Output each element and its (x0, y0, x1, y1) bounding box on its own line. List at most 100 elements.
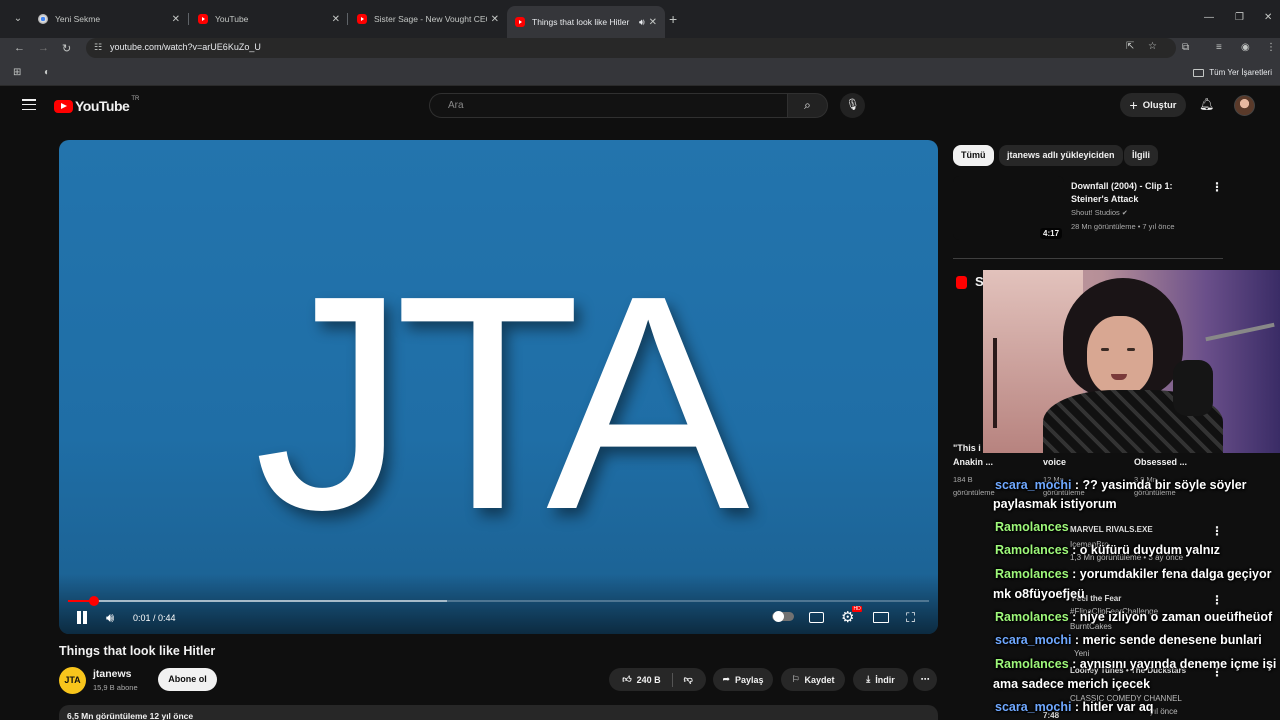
video-player[interactable]: JTA 🔊︎ 0:01 / 0:44 ⚙︎ HD ⛶ (59, 140, 938, 634)
site-info-icon[interactable]: ☷ (94, 42, 102, 53)
tab-label: Yeni Sekme (55, 14, 101, 24)
create-button[interactable]: + Oluştur (1120, 93, 1186, 117)
volume-icon[interactable]: 🔊︎ (106, 610, 114, 626)
save-button[interactable]: ⚐ Kaydet (781, 668, 845, 691)
minimize-icon[interactable]: — (1204, 12, 1214, 23)
profile-icon[interactable]: ◉ (1241, 42, 1250, 53)
short-views: görüntüleme (953, 488, 995, 497)
window-close-icon[interactable]: ✕ (1264, 12, 1272, 23)
subscribe-button[interactable]: Abone ol (158, 668, 217, 691)
bookmark-icon: ⚐ (791, 674, 800, 684)
chip-from-uploader[interactable]: jtanews adlı yükleyiciden (999, 145, 1123, 166)
scrubber-handle[interactable] (88, 596, 99, 606)
dislike-button[interactable]: 👎︎ (684, 674, 693, 685)
channel-name[interactable]: jtanews (93, 668, 132, 680)
chat-text: : o küfürü duydum yalnız (1068, 543, 1221, 557)
more-options-icon[interactable]: ⋮ (1211, 524, 1223, 538)
tab-search-icon[interactable]: ⌄ (10, 11, 26, 27)
download-label: İndir (875, 674, 895, 685)
chat-text: : ?? yasimda bir söyle söyler (1071, 478, 1247, 492)
like-count: 240 B (636, 674, 661, 685)
bookmark-site-icon[interactable]: ◐ (44, 67, 50, 78)
microphone-icon: 🎙︎ (845, 99, 860, 111)
time-display: 0:01 / 0:44 (133, 613, 176, 623)
install-app-icon[interactable]: ⇱ (1126, 41, 1134, 52)
video-stats: 6,5 Mn görüntüleme 12 yıl önce (67, 711, 194, 720)
description-box[interactable]: 6,5 Mn görüntüleme 12 yıl önce (59, 705, 938, 720)
short-title[interactable]: "This i (953, 443, 981, 453)
chat-text: : hitler var aq (1071, 700, 1154, 714)
chat-message: scara_mochi : hitler var aq (995, 700, 1153, 714)
like-button[interactable]: 👍︎ 240 B (622, 674, 660, 685)
reload-icon[interactable]: ↻ (62, 42, 71, 55)
more-options-icon[interactable]: ⋮ (1211, 593, 1223, 607)
progress-bar[interactable] (68, 596, 929, 606)
close-icon[interactable]: ✕ (491, 14, 499, 25)
recommendation-channel[interactable]: Shout! Studios ✔︎ (1071, 208, 1128, 217)
avatar[interactable] (1234, 95, 1255, 116)
address-bar[interactable]: ☷ youtube.com/watch?v=arUE6KuZo_U ⇱ ☆ (86, 38, 1176, 58)
tab-divider (188, 13, 189, 25)
notifications-bell-icon[interactable]: 🔔︎ (1199, 97, 1214, 111)
chip-related[interactable]: İlgili (1124, 145, 1158, 166)
chat-text: : meric sende denesene bunlari (1071, 633, 1262, 647)
url-text[interactable]: youtube.com/watch?v=arUE6KuZo_U (110, 42, 261, 52)
hamburger-menu-icon[interactable] (22, 99, 36, 111)
new-tab-plus-icon[interactable]: + (669, 11, 677, 27)
subtitles-icon[interactable] (809, 612, 824, 623)
chat-message: Ramolances : o küfürü duydum yalnız (995, 543, 1220, 557)
more-options-icon[interactable]: ⋮ (1211, 180, 1223, 194)
forward-arrow-icon[interactable]: → (38, 42, 49, 54)
autoplay-toggle[interactable] (772, 611, 794, 622)
theater-mode-icon[interactable] (873, 612, 889, 623)
apps-grid-icon[interactable]: ⊞ (13, 67, 21, 78)
chat-username: scara_mochi (995, 633, 1072, 647)
tab-sister-sage[interactable]: Sister Sage - New Vought CEO ✕ (349, 8, 507, 30)
recommendation-title[interactable]: MARVEL RIVALS.EXE (1070, 525, 1153, 534)
youtube-logo[interactable]: YouTube TR (54, 96, 140, 114)
more-actions-button[interactable]: ⋯ (913, 668, 937, 691)
microphone-prop (1173, 360, 1213, 416)
extensions-icon[interactable]: ⧉ (1182, 42, 1189, 53)
browser-toolbar: ← → ↻ ☷ youtube.com/watch?v=arUE6KuZo_U … (0, 38, 1280, 60)
shorts-icon (956, 276, 967, 289)
chat-username: Ramolances (995, 657, 1069, 671)
search-button[interactable]: ⌕ (787, 93, 828, 118)
chip-all[interactable]: Tümü (953, 145, 994, 166)
short-title[interactable]: Obsessed ... (1134, 457, 1187, 467)
tab-label: YouTube (215, 14, 249, 24)
short-title[interactable]: Anakin ... (953, 457, 993, 467)
tab-new-tab[interactable]: Yeni Sekme ✕ (30, 8, 188, 30)
channel-name-text: Shout! Studios (1071, 208, 1120, 217)
share-icon: ➦ (722, 674, 730, 684)
voice-search-button[interactable]: 🎙︎ (840, 93, 865, 118)
like-divider (671, 672, 673, 687)
download-button[interactable]: ⤓ İndir (853, 668, 908, 691)
menu-dots-icon[interactable]: ⋮ (1266, 42, 1276, 53)
duration-badge: 4:17 (1040, 228, 1063, 239)
recommendation-title[interactable]: Downfall (2004) - Clip 1: Steiner's Atta… (1071, 180, 1211, 206)
pause-icon[interactable] (76, 611, 88, 625)
search-box[interactable] (429, 93, 787, 118)
all-bookmarks-button[interactable]: Tüm Yer İşaretleri (1193, 68, 1272, 77)
chat-username: Ramolances (995, 543, 1069, 557)
chat-username: Ramolances (995, 610, 1069, 624)
share-button[interactable]: ➦ Paylaş (713, 668, 773, 691)
country-code: TR (131, 96, 140, 102)
channel-avatar[interactable]: JTA (59, 667, 86, 694)
close-icon[interactable]: ✕ (649, 17, 657, 28)
fullscreen-icon[interactable]: ⛶ (906, 610, 915, 626)
restore-icon[interactable]: ❐ (1235, 12, 1244, 23)
short-title[interactable]: voice (1043, 457, 1066, 467)
close-icon[interactable]: ✕ (332, 14, 340, 25)
search-input[interactable] (430, 94, 787, 117)
media-controls-icon[interactable]: ≡ (1216, 42, 1222, 53)
youtube-icon (515, 17, 525, 27)
back-arrow-icon[interactable]: ← (14, 42, 25, 54)
tab-active-video[interactable]: Things that look like Hitler 🔊︎ ✕ (507, 6, 665, 38)
speaker-icon[interactable]: 🔊︎ (639, 17, 645, 28)
close-icon[interactable]: ✕ (172, 14, 180, 25)
tab-youtube[interactable]: YouTube ✕ (190, 8, 348, 30)
webcam-overlay (983, 270, 1280, 453)
bookmark-star-icon[interactable]: ☆ (1148, 41, 1157, 52)
